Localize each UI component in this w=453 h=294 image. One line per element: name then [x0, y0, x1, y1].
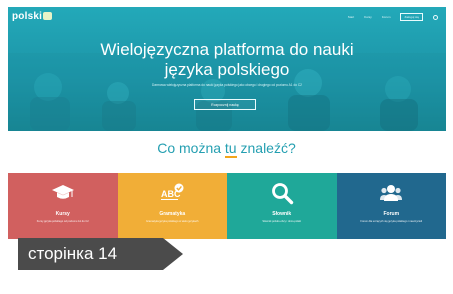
tile-forum-description: Forum dla uczących się języka polskiego …	[360, 220, 423, 223]
nav-menu: Start Kursy Forum Zaloguj się	[348, 13, 438, 21]
site-logo[interactable]: polski	[12, 11, 53, 22]
section-title: Co można tu znaleźć?	[0, 140, 453, 158]
hero-subtitle: Darmowa wielojęzyczna platforma do nauki…	[152, 83, 302, 87]
page-number-label: сторінка 14	[18, 238, 163, 270]
tile-forum[interactable]: Forum Forum dla uczących się języka pols…	[336, 173, 446, 239]
tile-slownik[interactable]: Słownik Słownik polsko-obcy i obco-polsk…	[227, 173, 337, 239]
hero-title-line-2: języka polskiego	[164, 60, 290, 79]
logo-text: polski	[12, 11, 43, 22]
tile-gramatyka-description: Gramatyka języka polskiego w wielu język…	[146, 220, 199, 223]
tile-kursy[interactable]: Kursy Kursy języka polskiego od poziomu …	[8, 173, 118, 239]
tile-forum-title: Forum	[383, 211, 400, 217]
tile-gramatyka-title: Gramatyka	[159, 211, 186, 217]
tile-kursy-title: Kursy	[55, 211, 70, 217]
tile-slownik-title: Słownik	[272, 211, 292, 217]
section-title-start: Co można	[157, 140, 225, 156]
hero-title: Wielojęzyczna platforma do nauki języka …	[8, 40, 446, 80]
abc-check-icon: ABC	[161, 183, 184, 200]
search-icon	[271, 183, 293, 205]
hero-title-line-1: Wielojęzyczna platforma do nauki	[100, 40, 354, 59]
nav-item-kursy[interactable]: Kursy	[364, 15, 372, 19]
login-button[interactable]: Zaloguj się	[400, 13, 423, 21]
feature-tiles: Kursy Kursy języka polskiego od poziomu …	[8, 173, 446, 239]
graduation-cap-icon	[51, 185, 74, 199]
people-icon	[380, 185, 403, 201]
tile-kursy-description: Kursy języka polskiego od poziomu A1 do …	[36, 220, 89, 223]
nav-item-forum[interactable]: Forum	[382, 15, 391, 19]
hero-banner: polski Start Kursy Forum Zaloguj się Wie…	[8, 7, 446, 131]
screenshot-frame: polski Start Kursy Forum Zaloguj się Wie…	[0, 0, 453, 294]
tile-gramatyka[interactable]: ABC Gramatyka Gramatyka języka polskiego…	[117, 173, 227, 239]
tile-slownik-description: Słownik polsko-obcy i obco-polski	[262, 220, 302, 223]
section-title-highlight: tu	[224, 140, 237, 158]
top-navigation-bar: polski Start Kursy Forum Zaloguj się	[8, 7, 446, 27]
logo-flag-icon	[43, 12, 53, 20]
start-learning-button[interactable]: Rozpocznij naukę	[194, 99, 256, 110]
nav-item-start[interactable]: Start	[348, 15, 354, 19]
search-icon[interactable]	[433, 14, 438, 20]
section-title-end: znaleźć?	[236, 140, 296, 156]
page-label-arrow	[163, 238, 183, 270]
